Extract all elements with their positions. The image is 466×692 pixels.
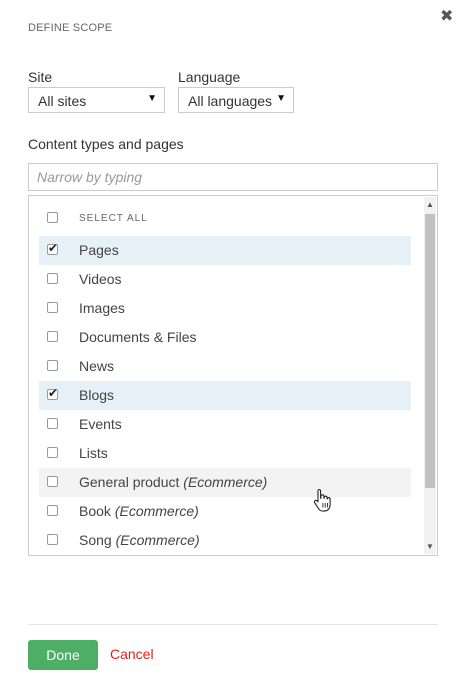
list-item[interactable]: Images	[39, 294, 411, 323]
list-item[interactable]: General product (Ecommerce)	[39, 468, 411, 497]
checkbox[interactable]	[47, 505, 58, 516]
list-item-suffix: (Ecommerce)	[114, 503, 199, 519]
list-item-label: Videos	[79, 271, 122, 287]
content-type-list: SELECT ALL ✔ Pages Videos Images Documents & …	[28, 195, 438, 556]
list-item[interactable]: Events	[39, 410, 411, 439]
list-item[interactable]: Book (Ecommerce)	[39, 497, 411, 526]
language-select[interactable]: All languages ▼	[178, 87, 294, 113]
site-select-value: All sites	[38, 93, 87, 109]
footer-divider	[28, 624, 438, 625]
hand-pointer-icon	[313, 488, 331, 512]
scroll-up-icon[interactable]: ▲	[426, 200, 434, 209]
site-label: Site	[28, 69, 53, 85]
scrollbar-thumb[interactable]	[425, 214, 435, 488]
list-item[interactable]: Lists	[39, 439, 411, 468]
list-item[interactable]: News	[39, 352, 411, 381]
list-item-label: Events	[79, 416, 122, 432]
list-item-label: Lists	[79, 445, 108, 461]
list-item[interactable]: ✔ Pages	[39, 236, 411, 265]
list-item-label: General product (Ecommerce)	[79, 474, 268, 490]
list-item-label: Blogs	[79, 387, 115, 403]
list-item-suffix: (Ecommerce)	[183, 474, 268, 490]
checkmark-icon: ✔	[48, 386, 59, 400]
chevron-down-icon: ▼	[276, 93, 286, 104]
list-item-label: SELECT ALL	[79, 213, 148, 224]
scroll-down-icon[interactable]: ▼	[426, 542, 434, 551]
checkmark-icon: ✔	[48, 241, 59, 255]
search-input[interactable]	[28, 163, 438, 191]
checkbox[interactable]	[47, 534, 58, 545]
list-item-label: Book (Ecommerce)	[79, 503, 199, 519]
cancel-button[interactable]: Cancel	[110, 646, 154, 662]
dialog-title: DEFINE SCOPE	[28, 22, 113, 34]
done-button[interactable]: Done	[28, 640, 98, 670]
checkbox[interactable]: ✔	[47, 386, 59, 400]
list-item-label: Images	[79, 300, 125, 316]
checkbox[interactable]	[47, 331, 58, 342]
checkbox[interactable]: ✔	[47, 241, 59, 255]
checkbox[interactable]	[47, 360, 58, 371]
chevron-down-icon: ▼	[147, 93, 157, 104]
list-item-label: Pages	[79, 242, 119, 258]
list-item-suffix: (Ecommerce)	[115, 532, 200, 548]
checkbox[interactable]	[47, 447, 58, 458]
language-select-value: All languages	[188, 93, 273, 109]
list-item-label: Song (Ecommerce)	[79, 532, 200, 548]
checkbox[interactable]	[47, 212, 58, 223]
site-select[interactable]: All sites ▼	[28, 87, 165, 113]
list-item[interactable]: ✔ Blogs	[39, 381, 411, 410]
checkbox[interactable]	[47, 273, 58, 284]
list-item-label: Documents & Files	[79, 329, 197, 345]
list-item-label: News	[79, 358, 115, 374]
checkbox[interactable]	[47, 302, 58, 313]
content-types-title: Content types and pages	[28, 136, 184, 152]
scrollbar[interactable]: ▲ ▼	[424, 197, 436, 554]
list-item[interactable]: Song (Ecommerce)	[39, 526, 411, 555]
language-label: Language	[178, 69, 241, 85]
select-all-row[interactable]: SELECT ALL	[39, 204, 411, 233]
checkbox[interactable]	[47, 476, 58, 487]
close-icon[interactable]: ✖	[440, 9, 454, 25]
list-item[interactable]: Videos	[39, 265, 411, 294]
list-item[interactable]: Documents & Files	[39, 323, 411, 352]
checkbox[interactable]	[47, 418, 58, 429]
